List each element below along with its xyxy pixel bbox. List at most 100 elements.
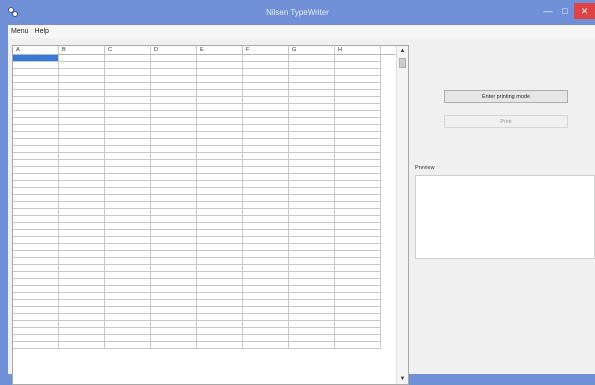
grid-cell[interactable] bbox=[197, 265, 243, 272]
grid-cell[interactable] bbox=[243, 118, 289, 125]
grid-cell[interactable] bbox=[289, 153, 335, 160]
grid-cell[interactable] bbox=[105, 139, 151, 146]
grid-cell[interactable] bbox=[243, 181, 289, 188]
grid-cell[interactable] bbox=[13, 209, 59, 216]
grid-cell[interactable] bbox=[151, 139, 197, 146]
column-header-e[interactable]: E bbox=[197, 46, 243, 54]
grid-cell[interactable] bbox=[335, 202, 381, 209]
grid-cell[interactable] bbox=[243, 202, 289, 209]
grid-cell[interactable] bbox=[59, 286, 105, 293]
grid-cell[interactable] bbox=[289, 251, 335, 258]
grid-cell[interactable] bbox=[335, 83, 381, 90]
grid-cell[interactable] bbox=[197, 209, 243, 216]
print-button[interactable]: Print bbox=[444, 115, 568, 128]
grid-cell[interactable] bbox=[335, 104, 381, 111]
grid-cell[interactable] bbox=[105, 62, 151, 69]
column-header-c[interactable]: C bbox=[105, 46, 151, 54]
grid-cell[interactable] bbox=[335, 111, 381, 118]
grid-cell[interactable] bbox=[13, 300, 59, 307]
grid-cell[interactable] bbox=[151, 125, 197, 132]
grid-cell[interactable] bbox=[335, 153, 381, 160]
grid-cell[interactable] bbox=[105, 342, 151, 349]
grid-cell[interactable] bbox=[197, 69, 243, 76]
grid-cell[interactable] bbox=[151, 153, 197, 160]
grid-cell[interactable] bbox=[151, 300, 197, 307]
grid-cell[interactable] bbox=[197, 216, 243, 223]
grid-cell[interactable] bbox=[59, 293, 105, 300]
grid-cell[interactable] bbox=[13, 335, 59, 342]
grid-cell[interactable] bbox=[335, 244, 381, 251]
grid-cell[interactable] bbox=[105, 97, 151, 104]
grid-cell[interactable] bbox=[59, 62, 105, 69]
grid-cell[interactable] bbox=[151, 251, 197, 258]
grid-cell[interactable] bbox=[105, 195, 151, 202]
grid-cell[interactable] bbox=[289, 230, 335, 237]
grid-cell[interactable] bbox=[151, 97, 197, 104]
grid-cell[interactable] bbox=[13, 132, 59, 139]
grid-cell[interactable] bbox=[335, 188, 381, 195]
grid-cell[interactable] bbox=[151, 111, 197, 118]
grid-cell[interactable] bbox=[59, 90, 105, 97]
grid-cell[interactable] bbox=[59, 209, 105, 216]
spreadsheet-grid[interactable]: A B C D E F G H ▲ ▼ bbox=[12, 45, 409, 385]
grid-cell[interactable] bbox=[59, 307, 105, 314]
grid-cell[interactable] bbox=[243, 314, 289, 321]
grid-cell[interactable] bbox=[151, 62, 197, 69]
grid-cell[interactable] bbox=[197, 132, 243, 139]
grid-cell[interactable] bbox=[243, 167, 289, 174]
column-header-a[interactable]: A bbox=[13, 46, 59, 54]
grid-cell[interactable] bbox=[105, 104, 151, 111]
grid-cell[interactable] bbox=[105, 160, 151, 167]
grid-cell[interactable] bbox=[335, 209, 381, 216]
grid-cell[interactable] bbox=[197, 181, 243, 188]
grid-cell[interactable] bbox=[13, 160, 59, 167]
grid-cell[interactable] bbox=[105, 118, 151, 125]
grid-cell[interactable] bbox=[151, 293, 197, 300]
grid-cell[interactable] bbox=[197, 118, 243, 125]
grid-cell[interactable] bbox=[105, 279, 151, 286]
grid-cell[interactable] bbox=[151, 265, 197, 272]
grid-cell[interactable] bbox=[59, 188, 105, 195]
grid-cell[interactable] bbox=[243, 104, 289, 111]
grid-cell[interactable] bbox=[151, 258, 197, 265]
grid-cell[interactable] bbox=[13, 125, 59, 132]
grid-cell[interactable] bbox=[151, 209, 197, 216]
grid-cell[interactable] bbox=[105, 251, 151, 258]
grid-cell[interactable] bbox=[243, 111, 289, 118]
grid-cell[interactable] bbox=[151, 202, 197, 209]
grid-cell[interactable] bbox=[243, 258, 289, 265]
menu-item-help[interactable]: Help bbox=[32, 28, 52, 35]
grid-cell[interactable] bbox=[197, 83, 243, 90]
grid-cell[interactable] bbox=[105, 244, 151, 251]
grid-cell[interactable] bbox=[105, 209, 151, 216]
grid-cell[interactable] bbox=[105, 300, 151, 307]
grid-cell[interactable] bbox=[105, 230, 151, 237]
grid-cell[interactable] bbox=[335, 307, 381, 314]
grid-cell[interactable] bbox=[13, 314, 59, 321]
grid-cell[interactable] bbox=[13, 139, 59, 146]
grid-cell[interactable] bbox=[335, 62, 381, 69]
grid-cell[interactable] bbox=[289, 139, 335, 146]
grid-cell[interactable] bbox=[289, 167, 335, 174]
grid-cell[interactable] bbox=[105, 335, 151, 342]
grid-cell[interactable] bbox=[197, 328, 243, 335]
grid-cell[interactable] bbox=[13, 230, 59, 237]
grid-cell[interactable] bbox=[243, 132, 289, 139]
grid-cell[interactable] bbox=[151, 104, 197, 111]
grid-cell[interactable] bbox=[59, 342, 105, 349]
grid-cell[interactable] bbox=[105, 69, 151, 76]
grid-cell[interactable] bbox=[59, 300, 105, 307]
grid-cell[interactable] bbox=[151, 174, 197, 181]
grid-cell[interactable] bbox=[197, 272, 243, 279]
grid-cell[interactable] bbox=[105, 265, 151, 272]
grid-cell[interactable] bbox=[289, 118, 335, 125]
grid-cell[interactable] bbox=[105, 132, 151, 139]
grid-cell[interactable] bbox=[59, 321, 105, 328]
grid-cell[interactable] bbox=[151, 279, 197, 286]
column-header-g[interactable]: G bbox=[289, 46, 335, 54]
grid-cell[interactable] bbox=[289, 160, 335, 167]
minimize-button[interactable]: — bbox=[540, 3, 556, 19]
grid-cell[interactable] bbox=[289, 202, 335, 209]
grid-cell[interactable] bbox=[289, 286, 335, 293]
grid-cell[interactable] bbox=[335, 216, 381, 223]
